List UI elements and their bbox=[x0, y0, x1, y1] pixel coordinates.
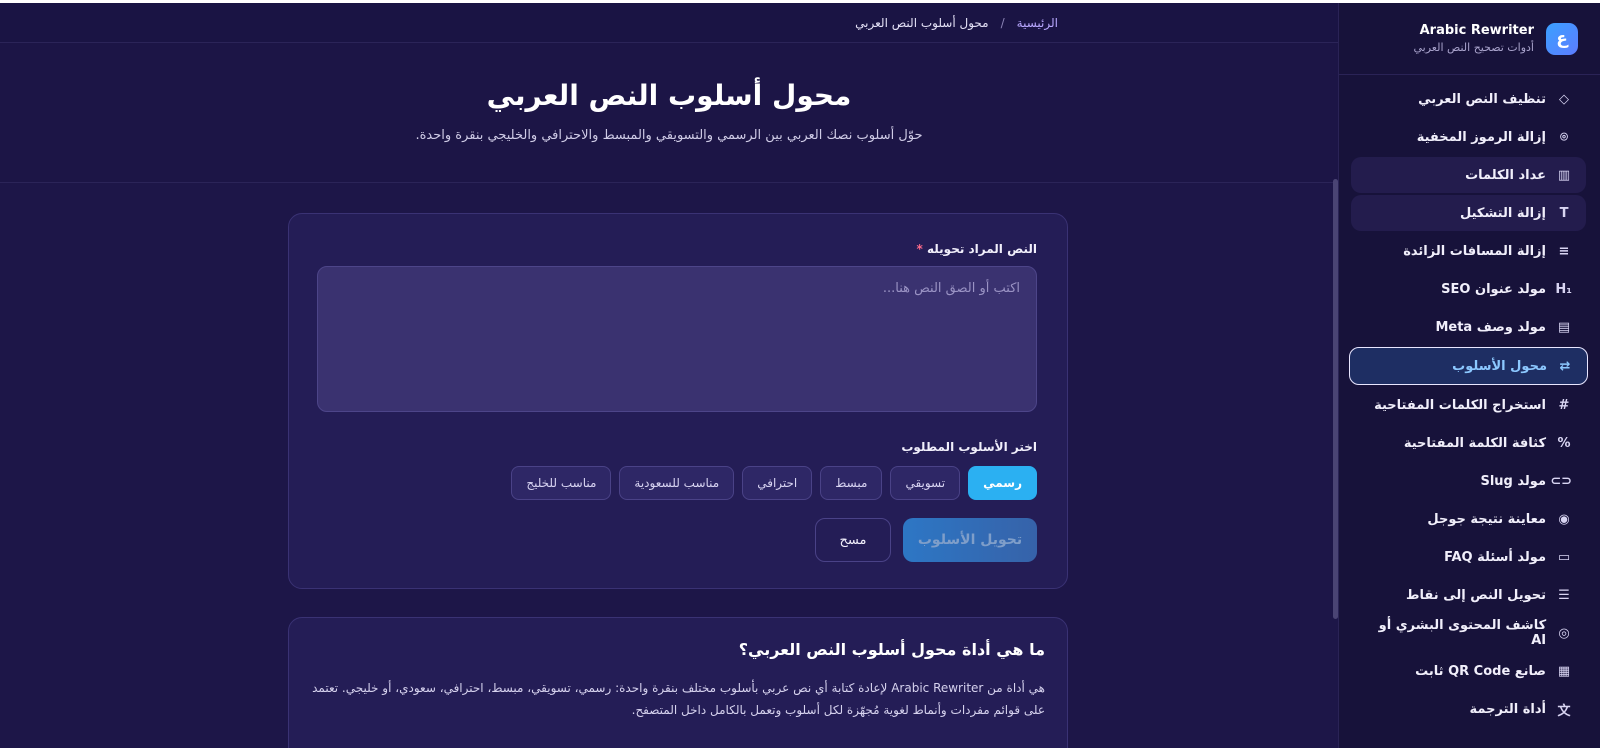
source-text-placeholder: اكتب أو الصق النص هنا... bbox=[882, 281, 1020, 296]
breadcrumb-separator: / bbox=[1000, 15, 1005, 30]
list-icon: ☰ bbox=[1558, 587, 1570, 603]
sidebar-item-keyword-density[interactable]: % كثافة الكلمة المفتاحية bbox=[1351, 425, 1586, 461]
eye-icon: ◉ bbox=[1558, 511, 1570, 527]
percent-icon: % bbox=[1557, 435, 1571, 451]
about-tool-card: ما هي أداة محول أسلوب النص العربي؟ هي أد… bbox=[288, 617, 1068, 748]
brand-logo: ع bbox=[1546, 22, 1578, 55]
sidebar-item-slug-generator[interactable]: ⊂⊃ مولد Slug bbox=[1351, 463, 1586, 499]
sidebar-item-label: استخراج الكلمات المفتاحية bbox=[1374, 397, 1546, 413]
main-content: الرئيسية / محول أسلوب النص العربي محول أ… bbox=[0, 3, 1338, 748]
link-icon: ⊂⊃ bbox=[1550, 473, 1572, 489]
style-option-formal[interactable]: رسمي bbox=[968, 466, 1037, 500]
form-actions: تحويل الأسلوب مسح bbox=[319, 518, 1037, 562]
hero: محول أسلوب النص العربي حوّل أسلوب نصك ال… bbox=[0, 43, 1338, 183]
heading-icon: H₁ bbox=[1555, 281, 1572, 297]
sidebar-item-google-preview[interactable]: ◉ معاينة نتيجة جوجل bbox=[1351, 501, 1586, 537]
message-icon: ▭ bbox=[1557, 549, 1571, 565]
sidebar-item-label: معاينة نتيجة جوجل bbox=[1427, 511, 1546, 527]
sidebar-item-hidden-chars[interactable]: ⌾ إزالة الرموز المخفية bbox=[1351, 119, 1586, 155]
about-body: هي أداة من Arabic Rewriter لإعادة كتابة … bbox=[312, 681, 1045, 717]
page-title: محول أسلوب النص العربي bbox=[486, 79, 852, 112]
sidebar-item-label: محول الأسلوب bbox=[1452, 358, 1547, 374]
sidebar-item-label: مولد أسئلة FAQ bbox=[1444, 549, 1546, 565]
sidebar-item-seo-title[interactable]: H₁ مولد عنوان SEO bbox=[1351, 271, 1586, 307]
style-select-label: اختر الأسلوب المطلوب bbox=[901, 440, 1037, 454]
sidebar-item-label: إزالة التشكيل bbox=[1459, 205, 1546, 221]
bar-chart-icon: ▥ bbox=[1557, 167, 1571, 183]
file-text-icon: ▤ bbox=[1557, 319, 1571, 335]
sidebar-item-label: صانع QR Code ثابت bbox=[1415, 663, 1546, 679]
sidebar-item-label: إزالة المسافات الزائدة bbox=[1403, 243, 1546, 259]
eraser-icon: ◇ bbox=[1559, 91, 1569, 107]
about-heading: ما هي أداة محول أسلوب النص العربي؟ bbox=[738, 640, 1045, 659]
brand[interactable]: ع Arabic Rewriter أدوات تصحيح النص العرب… bbox=[1339, 3, 1600, 75]
sidebar-item-label: إزالة الرموز المخفية bbox=[1416, 129, 1546, 145]
sidebar-item-ai-detector[interactable]: ◎ كاشف المحتوى البشري أو AI bbox=[1351, 615, 1586, 651]
sidebar-item-faq-generator[interactable]: ▭ مولد أسئلة FAQ bbox=[1351, 539, 1586, 575]
sidebar-item-label: أداة الترجمة bbox=[1469, 701, 1546, 717]
style-option-saudi[interactable]: مناسب للسعودية bbox=[619, 466, 735, 500]
sidebar-item-text-to-bullets[interactable]: ☰ تحويل النص إلى نقاط bbox=[1351, 577, 1586, 613]
main-scrollbar[interactable] bbox=[1333, 179, 1338, 619]
sidebar-item-label: تحويل النص إلى نقاط bbox=[1406, 587, 1546, 603]
sidebar-item-style-converter[interactable]: ⇄ محول الأسلوب bbox=[1349, 347, 1588, 385]
breadcrumb: الرئيسية / محول أسلوب النص العربي bbox=[0, 3, 1338, 43]
lines-icon: ≡ bbox=[1558, 243, 1570, 259]
sidebar-item-label: مولد عنوان SEO bbox=[1441, 281, 1546, 297]
source-text-input[interactable]: اكتب أو الصق النص هنا... bbox=[317, 266, 1037, 412]
converter-form-card: النص المراد تحويله * اكتب أو الصق النص ه… bbox=[288, 213, 1068, 589]
qr-code-icon: ▦ bbox=[1557, 663, 1571, 679]
sidebar-item-qr-code[interactable]: ▦ صانع QR Code ثابت bbox=[1351, 653, 1586, 689]
sidebar-nav: ◇ تنظيف النص العربي ⌾ إزالة الرموز المخفية… bbox=[1339, 75, 1600, 727]
sidebar-item-label: مولد Slug bbox=[1480, 473, 1546, 489]
sidebar-item-remove-diacritics[interactable]: T إزالة التشكيل bbox=[1351, 195, 1586, 231]
text-field-label: النص المراد تحويله * bbox=[916, 242, 1037, 256]
sidebar-item-keyword-extraction[interactable]: # استخراج الكلمات المفتاحية bbox=[1351, 387, 1586, 423]
sidebar-item-label: كاشف المحتوى البشري أو AI bbox=[1378, 618, 1547, 648]
convert-style-button[interactable]: تحويل الأسلوب bbox=[903, 518, 1037, 562]
languages-icon: 文 bbox=[1557, 703, 1571, 719]
sidebar: ع Arabic Rewriter أدوات تصحيح النص العرب… bbox=[1338, 3, 1600, 748]
style-option-gulf[interactable]: مناسب للخليج bbox=[511, 466, 612, 500]
style-option-marketing[interactable]: تسويقي bbox=[890, 466, 961, 500]
hash-icon: # bbox=[1558, 397, 1570, 413]
repeat-icon: ⇄ bbox=[1559, 358, 1571, 374]
page-subtitle: حوّل أسلوب نصك العربي بين الرسمي والتسوي… bbox=[415, 128, 923, 143]
style-options: رسمي تسويقي مبسط احترافي مناسب للسعودية … bbox=[319, 466, 1037, 500]
sidebar-item-extra-spaces[interactable]: ≡ إزالة المسافات الزائدة bbox=[1351, 233, 1586, 269]
scan-face-icon: ◎ bbox=[1558, 625, 1570, 641]
sidebar-item-label: عداد الكلمات bbox=[1465, 167, 1546, 183]
sidebar-item-meta-description[interactable]: ▤ مولد وصف Meta bbox=[1351, 309, 1586, 345]
brand-subtitle: أدوات تصحيح النص العربي bbox=[1413, 41, 1534, 54]
breadcrumb-home-link[interactable]: الرئيسية bbox=[1017, 16, 1058, 30]
sidebar-item-translation[interactable]: 文 أداة الترجمة bbox=[1351, 691, 1586, 727]
style-option-simple[interactable]: مبسط bbox=[820, 466, 883, 500]
scan-icon: ⌾ bbox=[1560, 129, 1568, 145]
type-icon: T bbox=[1559, 205, 1569, 221]
breadcrumb-current: محول أسلوب النص العربي bbox=[855, 15, 989, 30]
sidebar-item-arabic-text-cleaner[interactable]: ◇ تنظيف النص العربي bbox=[1351, 81, 1586, 117]
clear-button[interactable]: مسح bbox=[815, 518, 891, 562]
sidebar-item-label: كثافة الكلمة المفتاحية bbox=[1403, 435, 1546, 451]
sidebar-item-label: مولد وصف Meta bbox=[1435, 319, 1546, 335]
sidebar-item-word-counter[interactable]: ▥ عداد الكلمات bbox=[1351, 157, 1586, 193]
style-option-professional[interactable]: احترافي bbox=[742, 466, 813, 500]
required-mark: * bbox=[916, 242, 923, 256]
sidebar-item-label: تنظيف النص العربي bbox=[1418, 91, 1546, 107]
brand-name: Arabic Rewriter bbox=[1419, 23, 1534, 38]
